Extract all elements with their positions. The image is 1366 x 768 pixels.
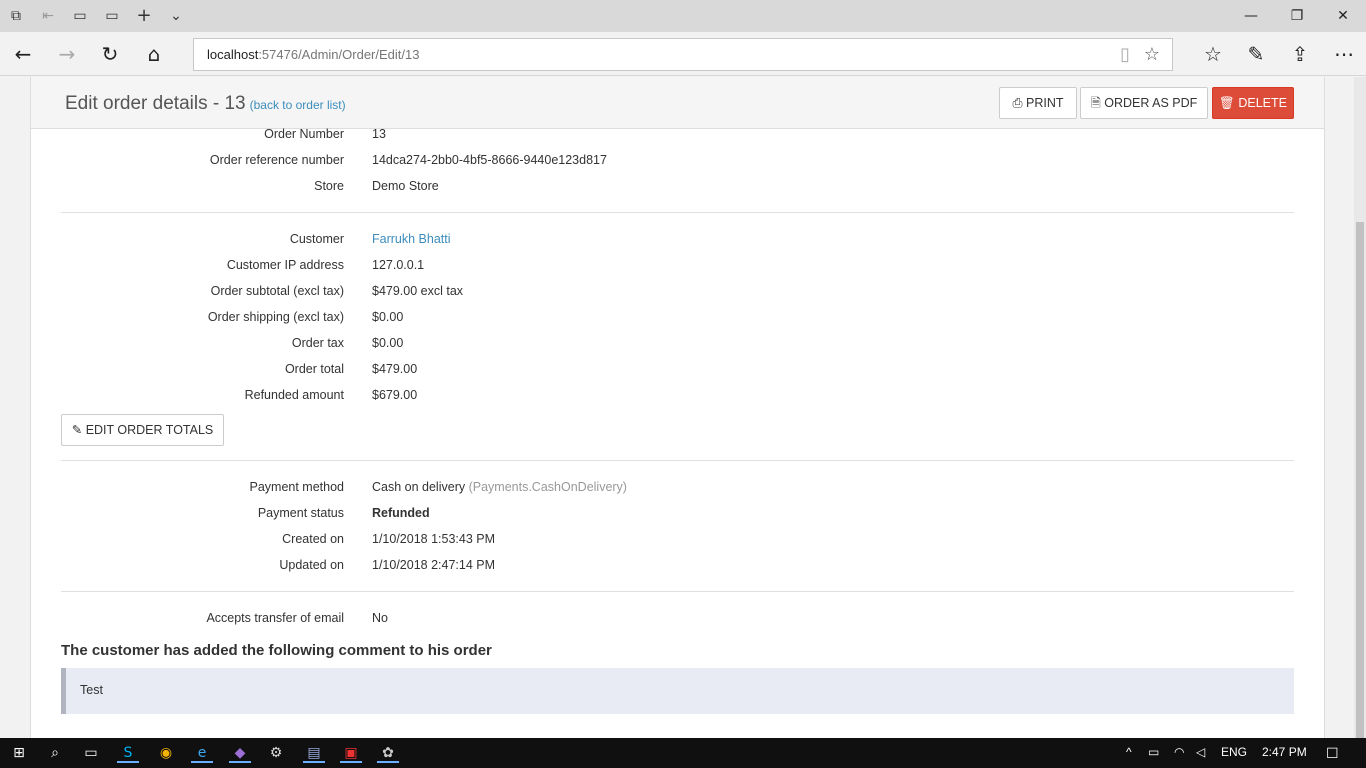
start-icon[interactable]: ⊞ [8, 743, 30, 763]
favorites-hub-icon[interactable]: ☆ [1198, 39, 1228, 69]
store-value: Demo Store [372, 179, 439, 193]
subtotal-value: $479.00 excl tax [372, 284, 464, 298]
payment-status-value: Refunded [372, 506, 430, 520]
customer-link[interactable]: Farrukh Bhatti [372, 232, 451, 246]
updated-label: Updated on [279, 558, 344, 572]
subtotal-label: Order subtotal (excl tax) [210, 284, 344, 298]
created-label: Created on [282, 532, 344, 546]
order-ref-value: 14dca274-2bb0-4bf5-8666-9440e123d817 [372, 153, 607, 167]
clock[interactable]: 2:47 PM [1262, 745, 1307, 759]
ip-value: 127.0.0.1 [372, 258, 425, 272]
payment-method-value: Cash on delivery (Payments.CashOnDeliver… [372, 480, 627, 494]
share-icon[interactable]: ⇪ [1285, 39, 1315, 69]
refresh-icon[interactable]: ↻ [95, 39, 125, 69]
close-icon[interactable]: ✕ [1320, 0, 1366, 32]
forward-icon[interactable]: → [52, 39, 82, 69]
browser-tab-bar: ⧉ ⇤ ▭ ▭ + ⌄ — ❐ ✕ [0, 0, 1366, 32]
order-ref-label: Order reference number [209, 153, 344, 167]
battery-icon[interactable]: ▭ [1148, 745, 1159, 759]
windows-taskbar: ⊞ ⌕ ▭ S ◉ e ◆ ⚙ ▤ ▣ ✿ ^ ▭ ◠ ◁ ENG 2:47 P… [0, 738, 1366, 768]
scrollbar-thumb[interactable] [1356, 222, 1364, 752]
url-text: localhost:57476/Admin/Order/Edit/13 [207, 47, 420, 62]
delete-button[interactable]: 🗑 DELETE [1212, 87, 1294, 119]
pen-icon[interactable]: ✎ [1241, 39, 1271, 69]
set-tabs-aside-icon[interactable]: ⇤ [38, 6, 58, 26]
refunded-label: Refunded amount [244, 388, 344, 402]
divider [61, 460, 1294, 461]
order-number-label: Order Number [264, 127, 344, 141]
wifi-icon[interactable]: ◠ [1174, 745, 1184, 759]
divider [61, 591, 1294, 592]
pdf-file-icon: 🗎 [1090, 96, 1101, 110]
tab-preview-icon[interactable]: ▭ [70, 6, 90, 26]
comment-heading: The customer has added the following com… [61, 642, 492, 659]
comment-box: Test [61, 668, 1294, 714]
notepad-icon[interactable]: ▤ [303, 743, 325, 763]
tab-list-chevron-icon[interactable]: ⌄ [166, 6, 186, 26]
back-icon[interactable]: ← [8, 39, 38, 69]
language-indicator[interactable]: ENG [1221, 745, 1247, 759]
total-value: $479.00 [372, 362, 418, 376]
shipping-label: Order shipping (excl tax) [207, 310, 344, 324]
address-bar[interactable]: localhost:57476/Admin/Order/Edit/13 ▯ ☆ [193, 38, 1173, 71]
favorite-star-icon[interactable]: ☆ [1144, 44, 1160, 65]
tax-label: Order tax [291, 336, 344, 350]
settings-app-icon[interactable]: ⚙ [265, 743, 287, 763]
home-icon[interactable]: ⌂ [139, 39, 169, 69]
page-content: Edit order details - 13 (back to order li… [0, 77, 1354, 738]
edit-icon: ✎ [71, 423, 83, 437]
ip-label: Customer IP address [226, 258, 344, 272]
print-button[interactable]: ⎙ PRINT [999, 87, 1077, 119]
notifications-icon[interactable]: ☐ [1326, 745, 1339, 762]
search-icon[interactable]: ⌕ [44, 743, 66, 763]
refunded-value: $679.00 [372, 388, 418, 402]
skype-icon[interactable]: S [117, 743, 139, 763]
email-transfer-value: No [372, 611, 388, 625]
tax-value: $0.00 [372, 336, 404, 350]
comment-text: Test [80, 683, 103, 697]
edit-order-totals-button[interactable]: ✎ EDIT ORDER TOTALS [61, 414, 224, 446]
back-to-list-link[interactable]: (back to order list) [250, 98, 346, 112]
print-icon: ⎙ [1012, 96, 1023, 110]
more-icon[interactable]: ⋯ [1329, 39, 1359, 69]
order-panel: Edit order details - 13 (back to order li… [30, 77, 1325, 738]
tray-chevron-icon[interactable]: ^ [1126, 745, 1132, 759]
paint-icon[interactable]: ✿ [377, 743, 399, 763]
reading-view-icon[interactable]: ▯ [1120, 44, 1130, 65]
shipping-value: $0.00 [372, 310, 404, 324]
store-label: Store [314, 179, 344, 193]
email-transfer-label: Accepts transfer of email [206, 611, 344, 625]
tabs-aside-icon[interactable]: ⧉ [6, 6, 26, 26]
minimize-icon[interactable]: — [1228, 0, 1274, 32]
visual-studio-icon[interactable]: ◆ [229, 743, 251, 763]
order-number-value: 13 [372, 127, 386, 141]
page-header: Edit order details - 13 (back to order li… [31, 77, 1324, 129]
created-value: 1/10/2018 1:53:43 PM [372, 532, 496, 546]
updated-value: 1/10/2018 2:47:14 PM [372, 558, 496, 572]
volume-icon[interactable]: ◁ [1196, 745, 1205, 759]
payment-status-label: Payment status [257, 506, 344, 520]
chrome-icon[interactable]: ◉ [155, 743, 177, 763]
scrollbar[interactable] [1354, 77, 1366, 752]
new-tab-icon[interactable]: + [134, 6, 154, 26]
active-tab-icon[interactable]: ▭ [102, 6, 122, 26]
task-view-icon[interactable]: ▭ [80, 743, 102, 763]
payment-method-label: Payment method [249, 480, 345, 494]
total-label: Order total [284, 362, 344, 376]
page-title: Edit order details - 13 (back to order li… [65, 93, 346, 114]
trash-icon: 🗑 [1219, 96, 1235, 110]
order-as-pdf-button[interactable]: 🗎 ORDER AS PDF [1080, 87, 1208, 119]
remote-app-icon[interactable]: ▣ [340, 743, 362, 763]
divider [61, 212, 1294, 213]
customer-label: Customer [289, 232, 344, 246]
restore-icon[interactable]: ❐ [1274, 0, 1320, 32]
edge-icon[interactable]: e [191, 743, 213, 763]
